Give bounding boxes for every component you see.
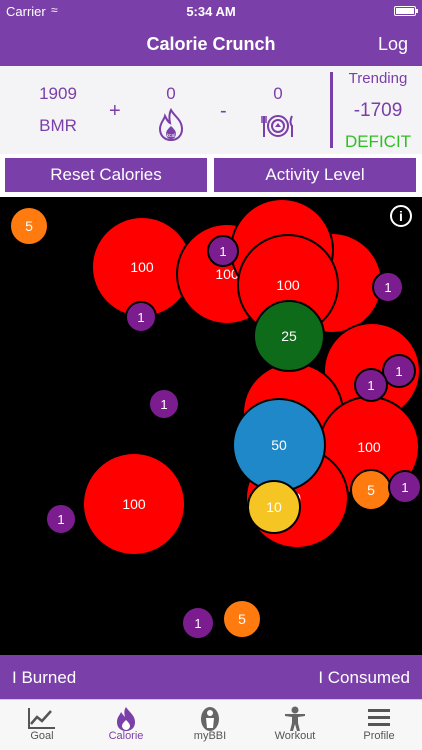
tab-goal[interactable]: Goal xyxy=(0,700,84,750)
flame-icon: kcal xyxy=(158,107,184,142)
calorie-bubble[interactable]: 1 xyxy=(354,368,388,402)
tab-label: Goal xyxy=(30,730,54,742)
burn-consume-bar: I Burned I Consumed xyxy=(0,655,422,699)
reset-calories-button[interactable]: Reset Calories xyxy=(5,158,207,192)
consumed-value: 0 xyxy=(273,84,283,103)
flame-badge: kcal xyxy=(167,133,176,139)
calorie-bubble[interactable]: 1 xyxy=(372,271,404,303)
flame-icon xyxy=(84,700,168,731)
trending-label: Trending xyxy=(348,70,408,87)
calorie-bubble[interactable]: 1 xyxy=(388,470,422,504)
calorie-bubble[interactable]: 5 xyxy=(350,469,392,511)
consumed-button[interactable]: I Consumed xyxy=(318,668,410,688)
calorie-bubble[interactable]: 50 xyxy=(232,398,326,492)
calorie-bubble[interactable]: 1 xyxy=(207,235,239,267)
menu-icon xyxy=(337,700,421,730)
trending-status: DEFICIT xyxy=(344,132,412,151)
nav-bar: Calorie Crunch Log xyxy=(0,22,422,66)
calorie-bubble[interactable]: 1 xyxy=(45,503,77,535)
clock: 5:34 AM xyxy=(186,4,236,19)
tab-profile[interactable]: Profile xyxy=(337,700,421,750)
calorie-bubble[interactable]: 1 xyxy=(148,388,180,420)
calorie-bubble[interactable]: 25 xyxy=(253,300,325,372)
chart-icon xyxy=(0,700,84,730)
log-button[interactable]: Log xyxy=(378,34,408,55)
bmr-value: 1909 xyxy=(39,84,77,103)
plus-sign: + xyxy=(109,100,121,122)
bmr-label: BMR xyxy=(39,116,77,135)
calorie-bubble[interactable]: 100 xyxy=(82,452,186,556)
calorie-bubble[interactable]: 1 xyxy=(125,301,157,333)
burned-value: 0 xyxy=(166,84,176,103)
calorie-bubble[interactable]: 10 xyxy=(247,480,301,534)
bubble-canvas[interactable]: 5 100 100 0 100 1 1 1 100 0 25 1 1 1 50 … xyxy=(0,197,422,655)
calorie-bubble[interactable]: 1 xyxy=(181,606,215,640)
burned-button[interactable]: I Burned xyxy=(12,668,76,688)
battery-icon xyxy=(394,6,418,16)
tab-label: Workout xyxy=(274,730,316,742)
bmr-column: 1909 BMR xyxy=(24,84,92,136)
consumed-column: 0 xyxy=(253,84,303,147)
trending-column: Trending -1709 DEFICIT xyxy=(336,70,420,152)
tab-workout[interactable]: Workout xyxy=(253,700,337,750)
burned-column: 0 kcal xyxy=(146,84,196,147)
tab-label: Calorie xyxy=(108,730,144,742)
status-bar: Carrier ≈ 5:34 AM xyxy=(0,0,422,22)
divider xyxy=(330,72,333,148)
plate-icon xyxy=(261,115,293,137)
page-title: Calorie Crunch xyxy=(146,34,276,54)
tab-label: myBBI xyxy=(193,730,227,742)
person-icon xyxy=(253,700,337,731)
tab-mybbi[interactable]: myBBI xyxy=(168,700,252,750)
calorie-summary: 1909 BMR + 0 kcal - 0 Trending -1709 DEF… xyxy=(0,66,422,154)
body-icon xyxy=(168,700,252,731)
tab-bar: Goal Calorie myBBI Workout Profile xyxy=(0,699,422,750)
minus-sign: - xyxy=(220,100,227,122)
activity-level-button[interactable]: Activity Level xyxy=(214,158,416,192)
info-icon[interactable]: i xyxy=(390,205,412,227)
tab-calorie[interactable]: Calorie xyxy=(84,700,168,750)
tab-label: Profile xyxy=(363,730,395,742)
calorie-bubble[interactable]: 5 xyxy=(222,599,262,639)
trending-value: -1709 xyxy=(353,100,403,121)
calorie-bubble[interactable]: 5 xyxy=(9,206,49,246)
